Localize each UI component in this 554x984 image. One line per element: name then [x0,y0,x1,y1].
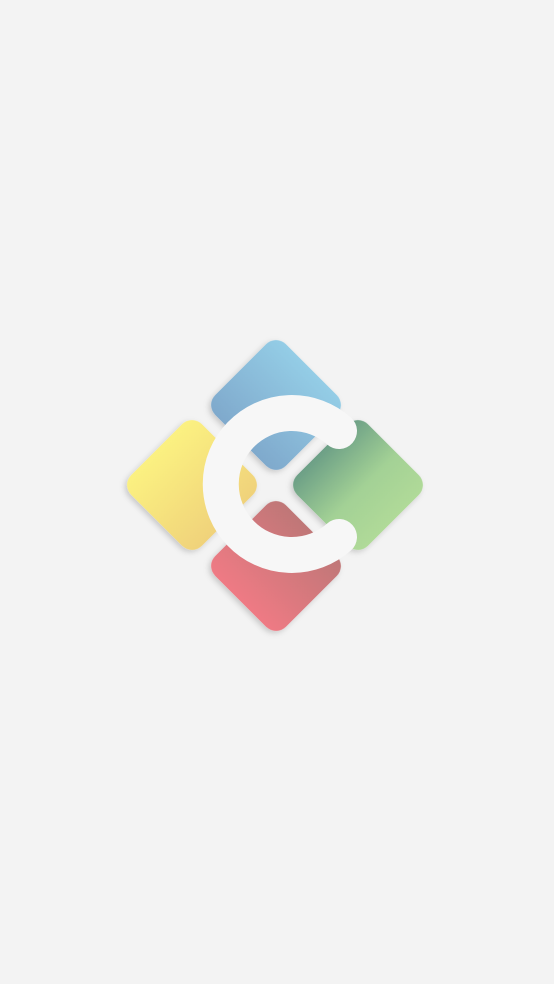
app-logo-icon [127,340,423,631]
splash-screen [0,0,554,984]
